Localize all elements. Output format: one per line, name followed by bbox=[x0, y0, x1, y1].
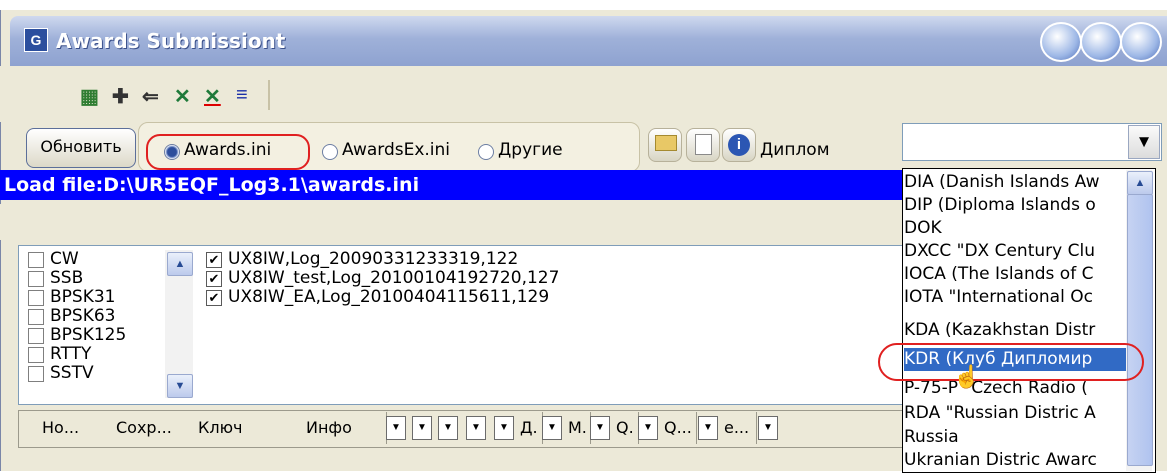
edit-button[interactable] bbox=[686, 128, 720, 162]
log-checkbox[interactable]: ✔ bbox=[206, 271, 222, 287]
filter-dropdown-icon[interactable]: ▼ bbox=[412, 416, 432, 440]
chevron-down-icon[interactable]: ▼ bbox=[1128, 125, 1160, 159]
other-radio[interactable] bbox=[478, 144, 494, 160]
other-label: Другие bbox=[498, 140, 563, 160]
dropdown-item[interactable]: DXCC "DX Century Clu bbox=[904, 240, 1126, 263]
dropdown-item[interactable]: DIA (Danish Islands Aw bbox=[904, 171, 1126, 194]
diplom-label: Диплом bbox=[760, 140, 830, 160]
dropdown-item[interactable]: Ukranian Distric Awarc bbox=[904, 449, 1126, 472]
filter-dropdown-icon[interactable]: ▼ bbox=[638, 416, 658, 440]
log-label: UX8IW,Log_20090331233319,122 bbox=[228, 249, 519, 269]
dropdown-scrollbar[interactable]: ▲ bbox=[1126, 170, 1153, 471]
dropdown-item[interactable]: IOTA "International Oc bbox=[904, 286, 1126, 309]
tree-icon[interactable]: ▦ bbox=[80, 84, 99, 109]
mode-checkbox[interactable] bbox=[28, 328, 44, 344]
log-checkbox[interactable]: ✔ bbox=[206, 290, 222, 306]
info-icon: i bbox=[728, 134, 750, 156]
awards-ini-radio[interactable] bbox=[164, 144, 180, 160]
dropdown-item[interactable]: KDA (Kazakhstan Distr bbox=[904, 319, 1126, 342]
col-q1[interactable]: Q. bbox=[614, 412, 639, 444]
col-q2[interactable]: Q... bbox=[662, 412, 697, 444]
diplom-combo[interactable]: ▼ bbox=[902, 123, 1162, 161]
info-button[interactable]: i bbox=[722, 128, 756, 162]
list-icon[interactable]: ≡ bbox=[236, 84, 248, 107]
scroll-up-icon[interactable]: ▲ bbox=[1127, 171, 1153, 195]
filter-dropdown-icon[interactable]: ▼ bbox=[758, 416, 778, 440]
app-icon: G bbox=[24, 28, 48, 52]
col-e[interactable]: е... bbox=[722, 412, 757, 444]
filter-dropdown-icon[interactable]: ▼ bbox=[466, 416, 486, 440]
dropdown-item[interactable]: RDA "Russian Distric A bbox=[904, 402, 1126, 425]
dropdown-item[interactable]: Russia bbox=[904, 426, 1126, 449]
scroll-down-icon[interactable]: ▼ bbox=[167, 374, 193, 398]
load-file-path: Load file:D:\UR5EQF_Log3.1\awards.ini bbox=[0, 170, 907, 200]
refresh-button[interactable]: Обновить bbox=[26, 128, 136, 168]
spacer bbox=[0, 204, 903, 240]
add-icon[interactable]: ✚ bbox=[112, 84, 129, 109]
filter-dropdown-icon[interactable]: ▼ bbox=[386, 416, 406, 440]
filter-dropdown-icon[interactable]: ▼ bbox=[438, 416, 458, 440]
scroll-thumb[interactable] bbox=[1127, 194, 1153, 466]
folder-icon bbox=[655, 135, 677, 151]
toolbar-separator bbox=[268, 80, 270, 110]
close-button[interactable] bbox=[1120, 22, 1162, 62]
col-no[interactable]: Но... bbox=[38, 412, 113, 444]
mode-label: RTTY bbox=[50, 344, 92, 364]
logs-list: ✔ UX8IW,Log_20090331233319,122 ✔ UX8IW_t… bbox=[0, 250, 900, 330]
log-label: UX8IW_EA,Log_20100404115611,129 bbox=[228, 287, 550, 307]
filter-dropdown-icon[interactable]: ▼ bbox=[590, 416, 610, 440]
minimize-button[interactable] bbox=[1040, 22, 1082, 62]
filter-dropdown-icon[interactable]: ▼ bbox=[494, 416, 514, 440]
kdr-highlight bbox=[878, 343, 1144, 381]
log-checkbox[interactable]: ✔ bbox=[206, 252, 222, 268]
edit-icon bbox=[695, 134, 712, 155]
excel-x-icon[interactable]: ✕ bbox=[174, 84, 191, 109]
mode-label: SSTV bbox=[50, 363, 94, 383]
col-info[interactable]: Инфо bbox=[302, 412, 387, 444]
col-m[interactable]: М. bbox=[566, 412, 591, 444]
dropdown-item[interactable]: DIP (Diploma Islands o bbox=[904, 194, 1126, 217]
awardsex-ini-radio[interactable] bbox=[322, 144, 338, 160]
col-save[interactable]: Сохр... bbox=[112, 412, 195, 444]
log-label: UX8IW_test,Log_20100104192720,127 bbox=[228, 268, 560, 288]
window-title: Awards Submissiont bbox=[56, 29, 286, 53]
mode-checkbox[interactable] bbox=[28, 366, 44, 382]
excel-x-underline-icon[interactable]: ✕ bbox=[204, 84, 221, 109]
arrow-icon[interactable]: ⇐ bbox=[142, 84, 159, 109]
awardsex-ini-label: AwardsEx.ini bbox=[342, 140, 451, 160]
maximize-button[interactable] bbox=[1080, 22, 1122, 62]
awards-ini-label: Awards.ini bbox=[184, 140, 272, 160]
cursor-icon: ☝ bbox=[953, 364, 981, 389]
dropdown-item[interactable]: IOCA (The Islands of C bbox=[904, 263, 1126, 286]
col-d[interactable]: Д. bbox=[518, 412, 543, 444]
filter-dropdown-icon[interactable]: ▼ bbox=[542, 416, 562, 440]
mode-checkbox[interactable] bbox=[28, 347, 44, 363]
dropdown-item[interactable]: DOK bbox=[904, 217, 1126, 240]
filter-dropdown-icon[interactable]: ▼ bbox=[698, 416, 718, 440]
open-folder-button[interactable] bbox=[648, 128, 682, 162]
col-key[interactable]: Ключ bbox=[194, 412, 303, 444]
